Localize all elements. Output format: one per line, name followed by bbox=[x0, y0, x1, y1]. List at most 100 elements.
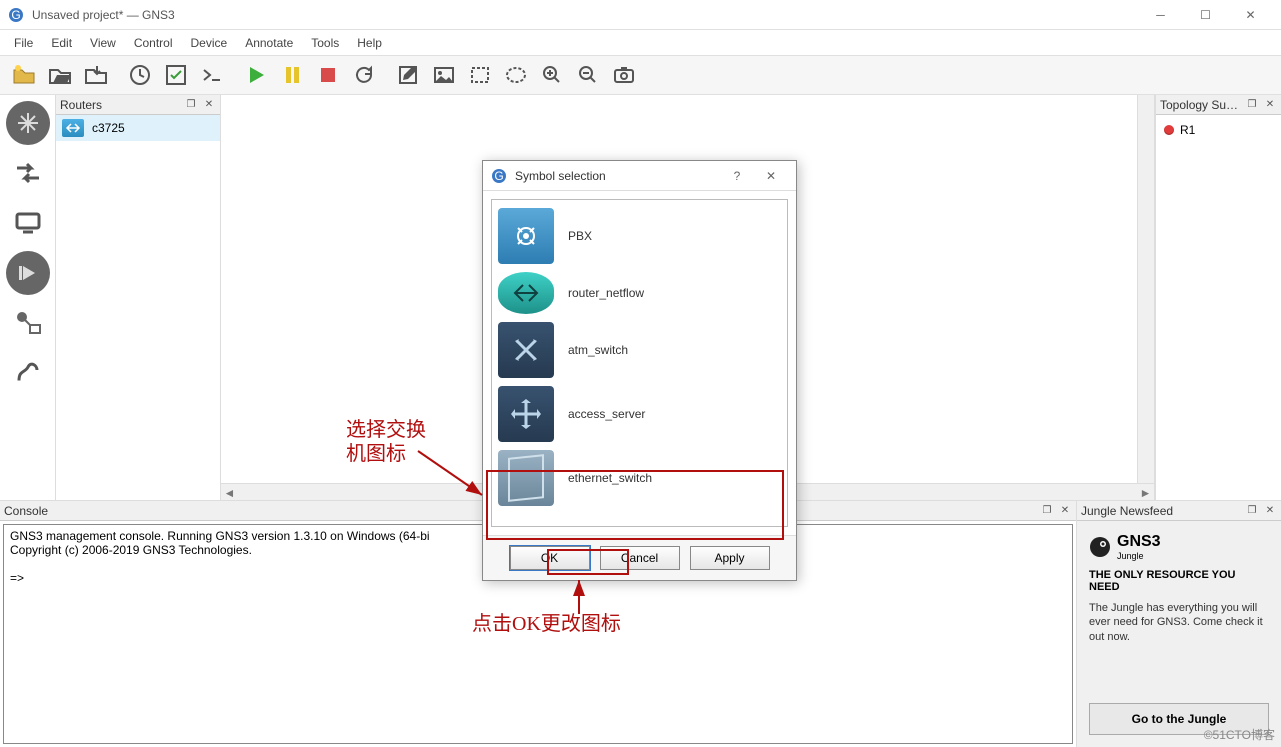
jungle-logo-text: GNS3 bbox=[1117, 533, 1161, 551]
cancel-button[interactable]: Cancel bbox=[600, 546, 680, 570]
refresh-icon[interactable] bbox=[346, 58, 382, 92]
pbx-icon bbox=[498, 208, 554, 264]
symbol-label: atm_switch bbox=[568, 343, 628, 357]
browse-switches-icon[interactable] bbox=[6, 151, 50, 195]
panel-close-icon[interactable]: ✕ bbox=[1058, 504, 1072, 518]
dialog-close-button[interactable]: ✕ bbox=[754, 162, 788, 190]
browse-end-devices-icon[interactable] bbox=[6, 201, 50, 245]
jungle-logo: GNS3 Jungle bbox=[1089, 533, 1269, 561]
scroll-left-icon[interactable]: ◄ bbox=[221, 484, 238, 500]
console-prompt: => bbox=[10, 571, 24, 585]
topology-panel-title: Topology Su… bbox=[1160, 98, 1241, 112]
screenshot-icon[interactable] bbox=[606, 58, 642, 92]
pause-icon[interactable] bbox=[274, 58, 310, 92]
minimize-button[interactable]: ─ bbox=[1138, 0, 1183, 30]
symbol-item-atm-switch[interactable]: atm_switch bbox=[496, 318, 783, 382]
device-dock bbox=[0, 95, 56, 500]
vertical-scrollbar[interactable] bbox=[1137, 95, 1154, 483]
symbol-label: router_netflow bbox=[568, 286, 644, 300]
routers-panel-header: Routers ❐ ✕ bbox=[56, 95, 220, 115]
panel-close-icon[interactable]: ✕ bbox=[202, 98, 216, 112]
browse-all-icon[interactable] bbox=[6, 301, 50, 345]
topology-panel: Topology Su… ❐ ✕ R1 bbox=[1155, 95, 1281, 500]
zoom-in-icon[interactable] bbox=[534, 58, 570, 92]
maximize-button[interactable]: ☐ bbox=[1183, 0, 1228, 30]
newsfeed-panel-title: Jungle Newsfeed bbox=[1081, 504, 1241, 518]
menu-view[interactable]: View bbox=[82, 34, 124, 52]
dialog-title: Symbol selection bbox=[515, 169, 720, 183]
save-project-icon[interactable] bbox=[78, 58, 114, 92]
routers-list: c3725 bbox=[56, 115, 220, 500]
newsfeed-headline: THE ONLY RESOURCE YOU NEED bbox=[1089, 569, 1269, 593]
access-server-icon bbox=[498, 386, 554, 442]
panel-close-icon[interactable]: ✕ bbox=[1263, 504, 1277, 518]
menu-annotate[interactable]: Annotate bbox=[237, 34, 301, 52]
panel-float-icon[interactable]: ❐ bbox=[184, 98, 198, 112]
routers-panel-title: Routers bbox=[60, 98, 180, 112]
status-led-icon bbox=[1164, 125, 1174, 135]
router-item-c3725[interactable]: c3725 bbox=[56, 115, 220, 141]
play-icon[interactable] bbox=[238, 58, 274, 92]
chameleon-icon bbox=[1089, 536, 1111, 558]
panel-close-icon[interactable]: ✕ bbox=[1263, 98, 1277, 112]
dialog-body: PBX router_netflow atm_switch access_ser… bbox=[483, 191, 796, 535]
open-project-icon[interactable] bbox=[42, 58, 78, 92]
new-project-icon[interactable] bbox=[6, 58, 42, 92]
zoom-out-icon[interactable] bbox=[570, 58, 606, 92]
browse-routers-icon[interactable] bbox=[6, 101, 50, 145]
dialog-help-button[interactable]: ? bbox=[720, 162, 754, 190]
watermark: ©51CTO博客 bbox=[1204, 726, 1275, 743]
menu-help[interactable]: Help bbox=[349, 34, 390, 52]
newsfeed-body: GNS3 Jungle THE ONLY RESOURCE YOU NEED T… bbox=[1077, 521, 1281, 747]
symbol-item-ethernet-switch[interactable]: ethernet_switch bbox=[496, 446, 783, 510]
menu-tools[interactable]: Tools bbox=[303, 34, 347, 52]
menu-edit[interactable]: Edit bbox=[43, 34, 80, 52]
dialog-button-row: OK Cancel Apply bbox=[483, 535, 796, 580]
symbol-item-router-netflow[interactable]: router_netflow bbox=[496, 268, 783, 318]
apply-button[interactable]: Apply bbox=[690, 546, 770, 570]
router-netflow-icon bbox=[498, 272, 554, 314]
menu-control[interactable]: Control bbox=[126, 34, 181, 52]
browse-security-icon[interactable] bbox=[6, 251, 50, 295]
image-icon[interactable] bbox=[426, 58, 462, 92]
router-item-label: c3725 bbox=[92, 121, 125, 135]
topology-item-r1[interactable]: R1 bbox=[1162, 121, 1275, 139]
svg-text:G: G bbox=[494, 169, 503, 183]
rect-select-icon[interactable] bbox=[462, 58, 498, 92]
topology-list: R1 bbox=[1156, 115, 1281, 500]
symbol-item-access-server[interactable]: access_server bbox=[496, 382, 783, 446]
panel-float-icon[interactable]: ❐ bbox=[1245, 504, 1259, 518]
add-link-icon[interactable] bbox=[6, 351, 50, 395]
ellipse-select-icon[interactable] bbox=[498, 58, 534, 92]
reload-icon[interactable] bbox=[122, 58, 158, 92]
symbol-selection-dialog: G Symbol selection ? ✕ PBX router_netflo… bbox=[482, 160, 797, 581]
router-icon bbox=[62, 119, 84, 137]
newsfeed-panel-header: Jungle Newsfeed ❐ ✕ bbox=[1077, 501, 1281, 521]
jungle-logo-sub: Jungle bbox=[1117, 551, 1161, 561]
net-check-icon[interactable] bbox=[158, 58, 194, 92]
newsfeed-text: The Jungle has everything you will ever … bbox=[1089, 601, 1269, 644]
menu-bar: File Edit View Control Device Annotate T… bbox=[0, 30, 1281, 55]
note-icon[interactable] bbox=[390, 58, 426, 92]
console-icon[interactable] bbox=[194, 58, 230, 92]
panel-float-icon[interactable]: ❐ bbox=[1040, 504, 1054, 518]
panel-float-icon[interactable]: ❐ bbox=[1245, 98, 1259, 112]
apply-button-label: Apply bbox=[714, 551, 744, 565]
symbol-label: ethernet_switch bbox=[568, 471, 652, 485]
ok-button[interactable]: OK bbox=[510, 546, 590, 570]
toolbar bbox=[0, 55, 1281, 95]
symbol-label: PBX bbox=[568, 229, 592, 243]
cancel-button-label: Cancel bbox=[621, 551, 658, 565]
dialog-title-bar[interactable]: G Symbol selection ? ✕ bbox=[483, 161, 796, 191]
menu-file[interactable]: File bbox=[6, 34, 41, 52]
menu-device[interactable]: Device bbox=[183, 34, 236, 52]
symbol-list[interactable]: PBX router_netflow atm_switch access_ser… bbox=[491, 199, 788, 527]
close-button[interactable]: ✕ bbox=[1228, 0, 1273, 30]
window-title: Unsaved project* — GNS3 bbox=[32, 8, 1138, 22]
newsfeed-panel: Jungle Newsfeed ❐ ✕ GNS3 Jungle THE ONLY… bbox=[1077, 501, 1281, 747]
scroll-right-icon[interactable]: ► bbox=[1137, 484, 1154, 500]
symbol-label: access_server bbox=[568, 407, 645, 421]
stop-icon[interactable] bbox=[310, 58, 346, 92]
symbol-item-pbx[interactable]: PBX bbox=[496, 204, 783, 268]
console-line: GNS3 management console. Running GNS3 ve… bbox=[10, 529, 430, 543]
